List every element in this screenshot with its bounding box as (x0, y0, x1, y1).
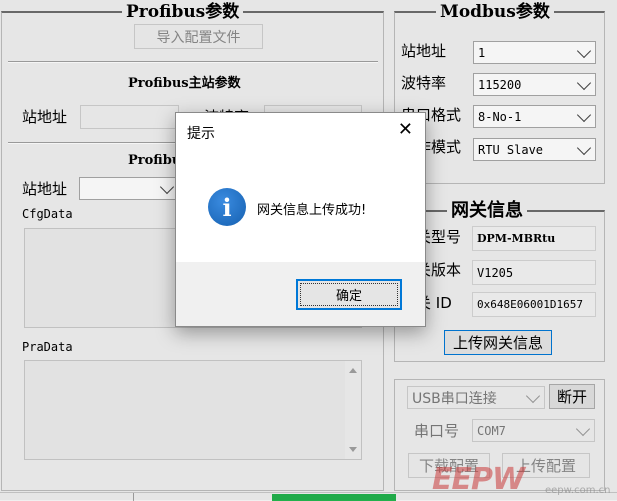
dialog-message: 网关信息上传成功! (257, 203, 367, 218)
ok-button[interactable]: 确定 (296, 279, 402, 310)
info-icon: i (208, 188, 246, 226)
close-icon[interactable]: ✕ (398, 121, 413, 139)
dialog-title: 提示 (187, 126, 215, 142)
message-dialog: 提示 ✕ i 网关信息上传成功! 确定 (175, 112, 426, 327)
